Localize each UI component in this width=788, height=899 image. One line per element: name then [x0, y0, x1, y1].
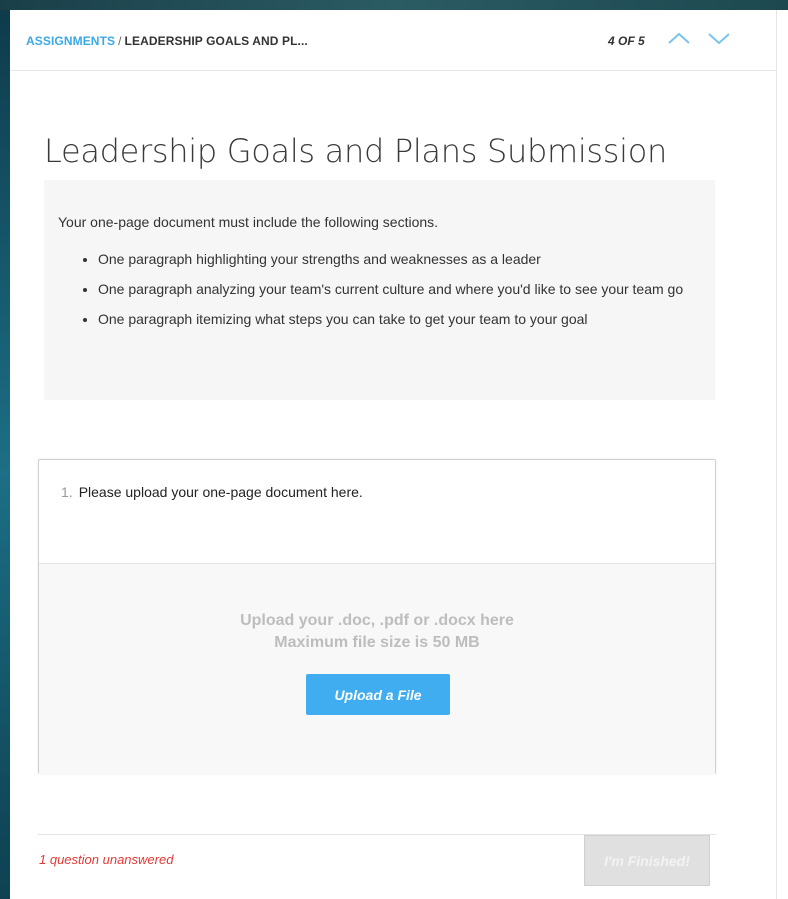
instructions-list: One paragraph highlighting your strength…	[58, 244, 698, 334]
unanswered-status: 1 question unanswered	[39, 852, 174, 867]
header-bar: ASSIGNMENTS / LEADERSHIP GOALS AND PL... 4…	[10, 10, 776, 71]
file-upload-dropzone[interactable]: Upload your .doc, .pdf or .docx here Max…	[39, 563, 715, 774]
assignment-counter: 4 OF 5	[608, 34, 645, 48]
finish-button[interactable]: I'm Finished!	[584, 835, 710, 886]
question-card: 1. Please upload your one-page document h…	[38, 459, 716, 774]
upload-file-button[interactable]: Upload a File	[306, 674, 450, 715]
scrollbar-track[interactable]	[776, 10, 788, 899]
instructions-item: One paragraph highlighting your strength…	[98, 244, 698, 274]
chevron-up-icon	[668, 32, 690, 44]
window-top-strip	[0, 0, 788, 10]
chevron-down-icon	[708, 33, 730, 45]
instructions-item: One paragraph analyzing your team's curr…	[98, 274, 698, 304]
breadcrumb: ASSIGNMENTS / LEADERSHIP GOALS AND PL...	[26, 34, 308, 48]
instructions-item: One paragraph itemizing what steps you c…	[98, 304, 698, 334]
next-assignment-button[interactable]	[706, 28, 732, 50]
instructions-intro: Your one-page document must include the …	[58, 214, 439, 230]
question-number: 1.	[61, 484, 73, 500]
assignment-panel: ASSIGNMENTS / LEADERSHIP GOALS AND PL... 4…	[10, 10, 776, 899]
question-prompt: 1. Please upload your one-page document h…	[61, 484, 363, 500]
breadcrumb-current: LEADERSHIP GOALS AND PL...	[124, 34, 308, 48]
page-title: Leadership Goals and Plans Submission	[44, 132, 668, 170]
question-text: Please upload your one-page document her…	[78, 484, 363, 500]
instructions-box: Your one-page document must include the …	[44, 180, 715, 400]
upload-instructions: Upload your .doc, .pdf or .docx here	[240, 612, 514, 629]
upload-size-limit: Maximum file size is 50 MB	[274, 634, 480, 651]
breadcrumb-assignments-link[interactable]: ASSIGNMENTS	[26, 34, 115, 48]
breadcrumb-separator: /	[118, 34, 122, 48]
previous-assignment-button[interactable]	[666, 28, 692, 50]
